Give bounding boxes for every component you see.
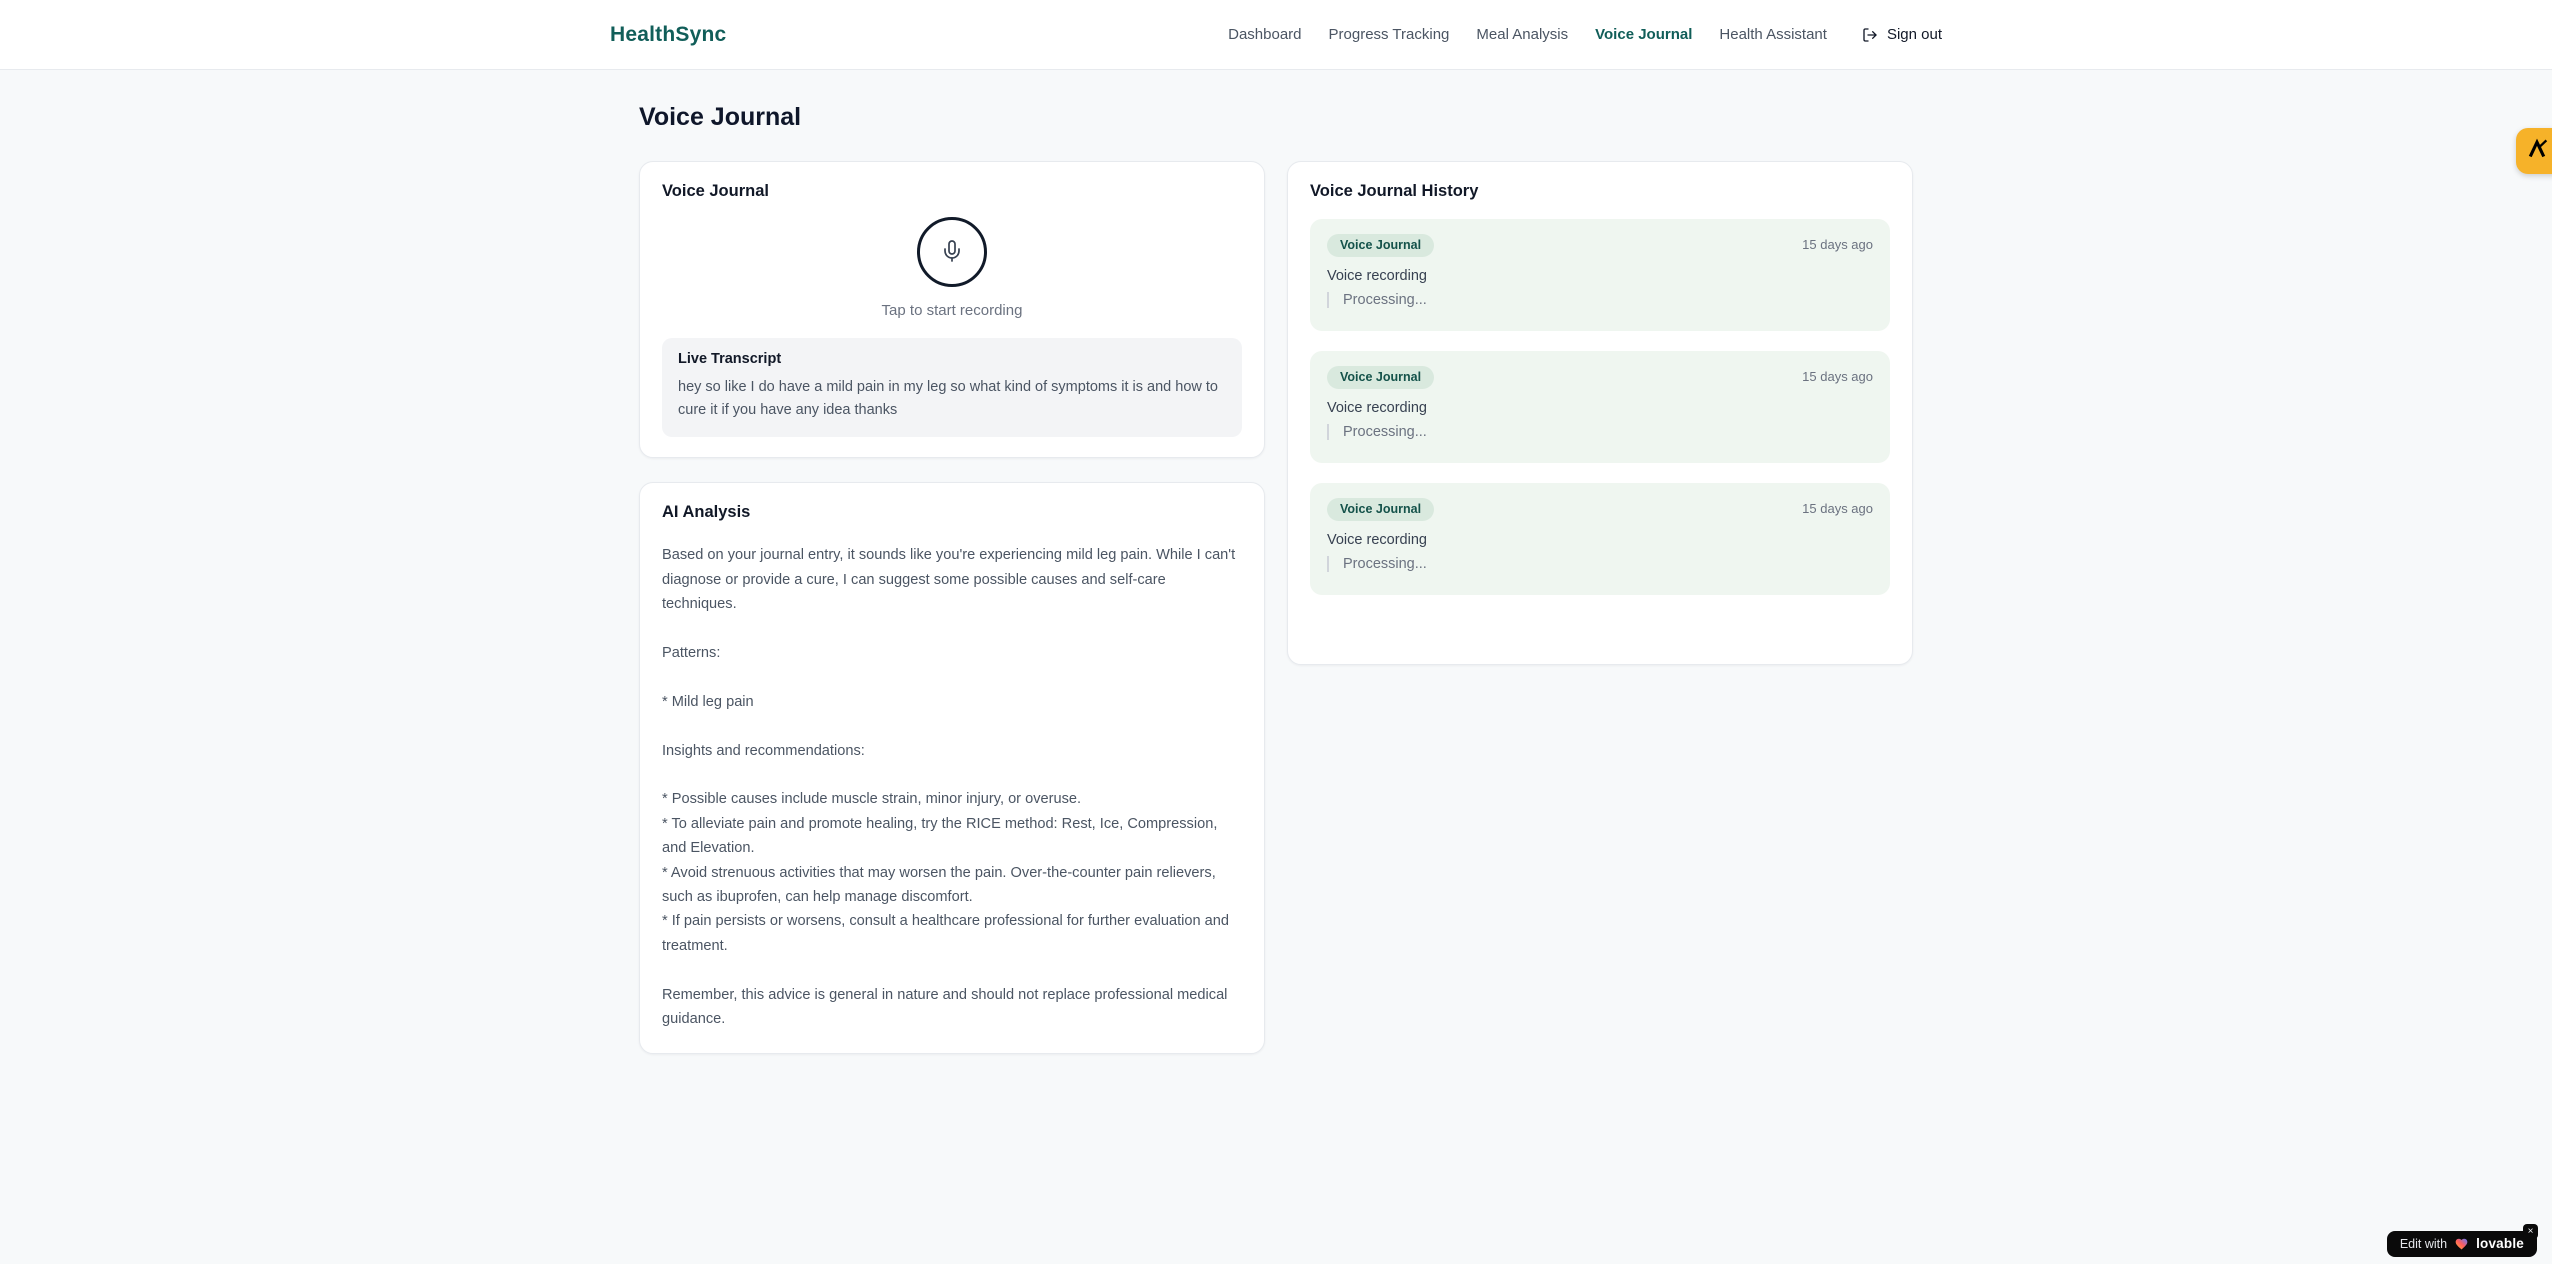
page-title: Voice Journal [639,103,802,131]
logout-icon [1862,27,1878,43]
ai-paragraph: Based on your journal entry, it sounds l… [662,547,1236,613]
badge-prefix-text: Edit with [2399,1236,2448,1251]
badge-brand-text: lovable [2476,1236,2524,1251]
history-entry[interactable]: Voice Journal 15 days ago Voice recordin… [1310,483,1890,595]
nav-item-meal-analysis[interactable]: Meal Analysis [1476,26,1568,43]
sign-out-label: Sign out [1886,26,1942,43]
live-transcript-title: Live Transcript [678,351,782,367]
recorder-card-title: Voice Journal [662,182,769,200]
entry-type-badge: Voice Journal [1327,234,1435,257]
brand-logo[interactable]: HealthSync [610,23,726,47]
entry-title: Voice recording [1327,532,1427,548]
entry-status: Processing... [1327,424,1873,440]
ai-analysis-card: AI Analysis Based on your journal entry,… [639,482,1265,1055]
entry-type-badge: Voice Journal [1327,366,1435,389]
entry-timestamp: 15 days ago [1802,369,1873,384]
edit-with-lovable-badge[interactable]: Edit with lovable × [2386,1224,2538,1257]
entry-timestamp: 15 days ago [1802,237,1873,252]
close-icon[interactable]: × [2523,1224,2538,1239]
entry-timestamp: 15 days ago [1802,501,1873,516]
heart-icon [2454,1237,2469,1251]
ai-paragraph: * Mild leg pain [662,693,754,710]
left-column: Voice Journal Tap to start recording Liv… [639,161,1265,1055]
live-transcript-box: Live Transcript hey so like I do have a … [662,338,1242,438]
nav-item-voice-journal[interactable]: Voice Journal [1595,26,1692,43]
history-card-title: Voice Journal History [1310,182,1479,200]
history-entry[interactable]: Voice Journal 15 days ago Voice recordin… [1310,219,1890,331]
tap-to-record-hint: Tap to start recording [881,302,1023,319]
history-entries: Voice Journal 15 days ago Voice recordin… [1310,219,1890,595]
main-nav: Dashboard Progress Tracking Meal Analysi… [1228,26,1942,43]
entry-status: Processing... [1327,292,1873,308]
nav-item-dashboard[interactable]: Dashboard [1228,26,1301,43]
ai-paragraph: Insights and recommendations: [662,742,865,759]
nav-item-health-assistant[interactable]: Health Assistant [1719,26,1827,43]
ai-analysis-text: Based on your journal entry, it sounds l… [662,543,1242,1031]
entry-type-badge: Voice Journal [1327,498,1435,521]
right-column: Voice Journal History Voice Journal 15 d… [1287,161,1913,665]
entry-status: Processing... [1327,556,1873,572]
live-transcript-text: hey so like I do have a mild pain in my … [678,379,1218,419]
voice-recorder-card: Voice Journal Tap to start recording Liv… [639,161,1265,459]
ai-paragraph: * Possible causes include muscle strain,… [662,791,1230,954]
entry-title: Voice recording [1327,268,1427,284]
edge-launcher-button[interactable] [2516,128,2552,174]
voice-journal-history-card: Voice Journal History Voice Journal 15 d… [1287,161,1913,665]
history-entry[interactable]: Voice Journal 15 days ago Voice recordin… [1310,351,1890,463]
ai-paragraph: Patterns: [662,644,721,661]
entry-title: Voice recording [1327,400,1427,416]
ai-paragraph: Remember, this advice is general in natu… [662,986,1228,1028]
record-button[interactable] [917,217,987,287]
lovable-launcher-icon [2525,137,2549,166]
nav-item-progress-tracking[interactable]: Progress Tracking [1329,26,1450,43]
ai-analysis-title: AI Analysis [662,503,751,522]
sign-out-button[interactable]: Sign out [1862,26,1942,43]
microphone-icon [940,239,964,266]
top-navigation-bar: HealthSync Dashboard Progress Tracking M… [0,0,2552,70]
main-content: Voice Journal Voice Journal Tap to start… [639,70,1913,1055]
